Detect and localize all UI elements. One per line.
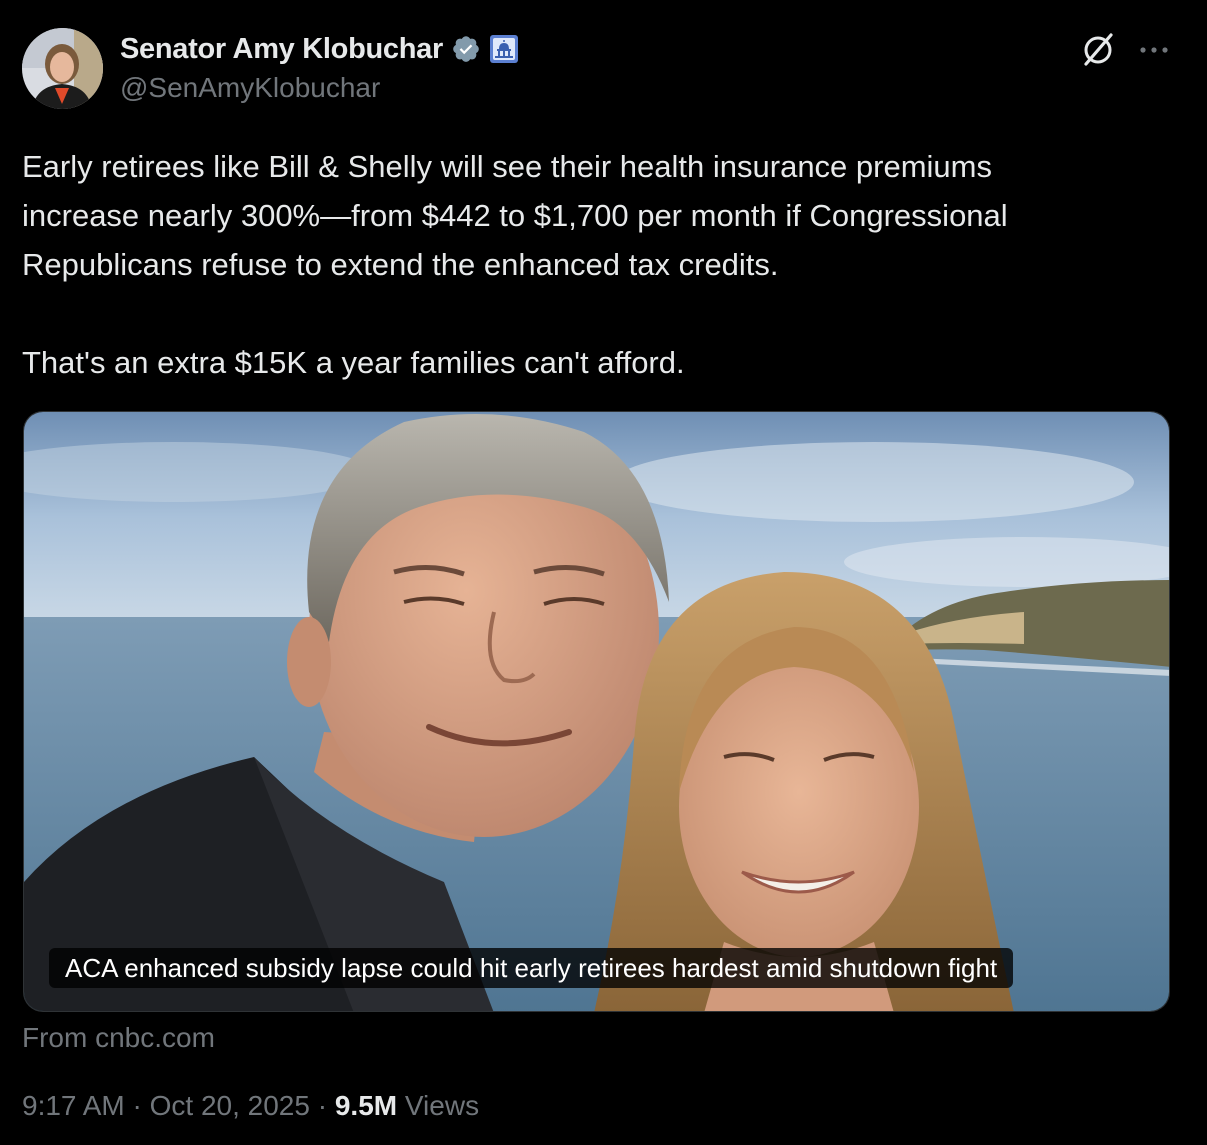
media-caption: ACA enhanced subsidy lapse could hit ear… <box>49 948 1014 988</box>
views-label[interactable]: Views <box>405 1090 479 1121</box>
meta-separator: · <box>132 1090 142 1121</box>
more-options-icon[interactable] <box>1138 40 1170 60</box>
meta-separator: · <box>317 1090 328 1121</box>
tweet-meta: 9:17 AM · Oct 20, 2025 · 9.5M Views <box>22 1090 479 1122</box>
tweet-text-line: increase nearly 300%—from $442 to $1,700… <box>22 198 1008 233</box>
article-photo <box>24 412 1169 1011</box>
author-name[interactable]: Senator Amy Klobuchar <box>120 33 443 66</box>
tweet-text-line: Republicans refuse to extend the enhance… <box>22 247 779 282</box>
views-count[interactable]: 9.5M <box>335 1090 397 1121</box>
source-link[interactable]: From cnbc.com <box>22 1022 215 1054</box>
tweet-text-paragraph: That's an extra $15K a year families can… <box>22 345 685 380</box>
government-capitol-icon[interactable] <box>489 34 519 64</box>
link-card-media[interactable]: ACA enhanced subsidy lapse could hit ear… <box>23 411 1170 1012</box>
tweet-text: Early retirees like Bill & Shelly will s… <box>22 142 1182 387</box>
avatar[interactable] <box>22 28 103 109</box>
author-handle[interactable]: @SenAmyKlobuchar <box>120 72 380 104</box>
author-name-row: Senator Amy Klobuchar <box>120 30 519 68</box>
tweet-date[interactable]: Oct 20, 2025 <box>150 1090 310 1121</box>
tweet-time[interactable]: 9:17 AM <box>22 1090 125 1121</box>
grok-icon[interactable] <box>1080 30 1116 68</box>
tweet-text-line: Early retirees like Bill & Shelly will s… <box>22 149 992 184</box>
verified-badge-icon[interactable] <box>451 34 481 64</box>
